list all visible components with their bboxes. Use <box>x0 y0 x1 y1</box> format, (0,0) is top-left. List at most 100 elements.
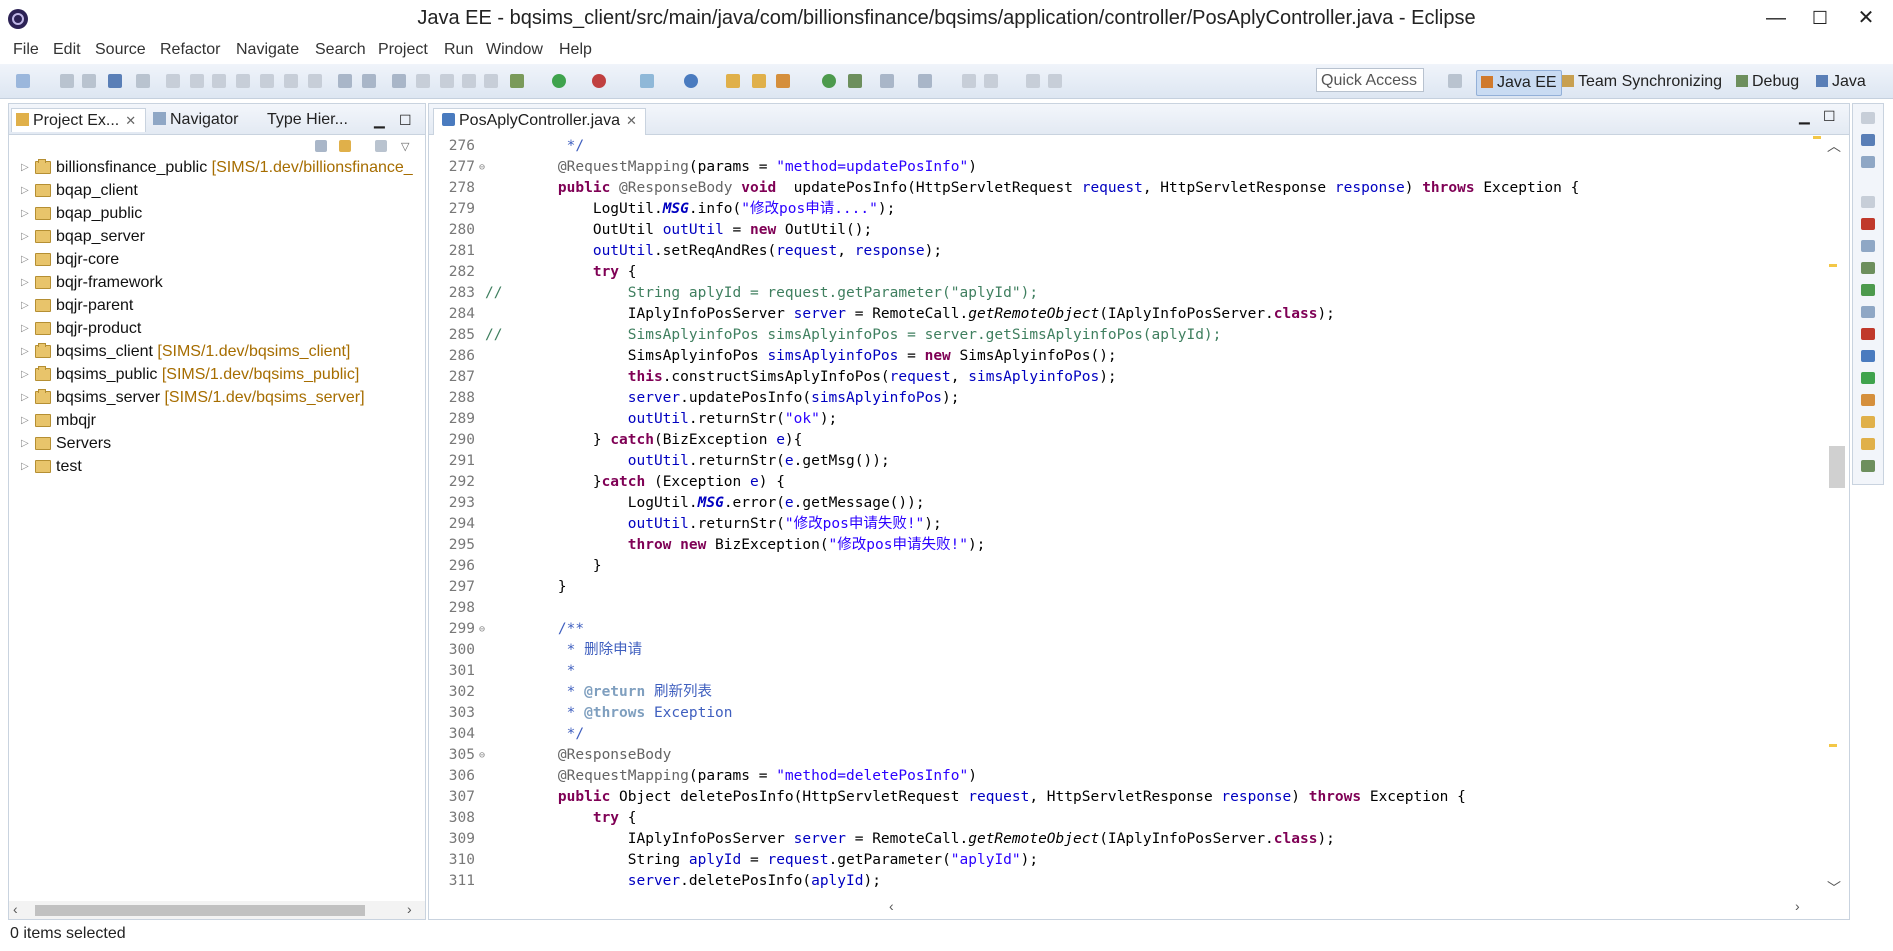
minimize-view-icon[interactable]: ▁ <box>374 108 385 132</box>
expand-arrow-icon[interactable]: ▷ <box>21 432 29 455</box>
maximize-view-icon[interactable]: ☐ <box>399 108 412 132</box>
outline-icon[interactable] <box>1861 134 1875 146</box>
restore-icon[interactable] <box>1861 112 1875 124</box>
close-button[interactable]: ✕ <box>1846 4 1886 32</box>
code-line[interactable]: 285 // SimsAplyinfoPos simsAplyinfoPos = … <box>429 325 1809 346</box>
code-line[interactable]: 284 IAplyInfoPosServer server = RemoteCa… <box>429 304 1809 325</box>
menu-search[interactable]: Search <box>315 41 366 59</box>
code-line[interactable]: 286 SimsAplyinfoPos simsAplyinfoPos = ne… <box>429 346 1809 367</box>
scrollbar-thumb[interactable] <box>35 905 365 916</box>
code-line[interactable]: 309 IAplyInfoPosServer server = RemoteCa… <box>429 829 1809 850</box>
code-line[interactable]: 304 */ <box>429 724 1809 745</box>
code-line[interactable]: 299 ⊖ /** <box>429 619 1809 640</box>
step-return-icon[interactable] <box>308 74 322 88</box>
code-line[interactable]: 300 * 删除申请 <box>429 640 1809 661</box>
code-line[interactable]: 287 this.constructSimsAplyInfoPos(reques… <box>429 367 1809 388</box>
properties-icon[interactable] <box>1861 240 1875 252</box>
fold-toggle-icon[interactable]: ⊖ <box>479 619 485 640</box>
disconnect-icon[interactable] <box>236 74 250 88</box>
code-line[interactable]: 311 server.deletePosInfo(aplyId); <box>429 871 1809 892</box>
maximize-editor-icon[interactable]: ☐ <box>1823 108 1836 125</box>
restore-icon[interactable] <box>1861 196 1875 208</box>
expand-arrow-icon[interactable]: ▷ <box>21 455 29 478</box>
horizontal-scrollbar[interactable]: ‹ › <box>9 901 425 919</box>
run-icon[interactable] <box>552 74 566 88</box>
code-line[interactable]: 293 LogUtil.MSG.error(e.getMessage()); <box>429 493 1809 514</box>
code-line[interactable]: 292 }catch (Exception e) { <box>429 472 1809 493</box>
scroll-down-icon[interactable]: ﹀ <box>1827 878 1841 898</box>
code-line[interactable]: 291 outUtil.returnStr(e.getMsg()); <box>429 451 1809 472</box>
mark-icon[interactable] <box>416 74 430 88</box>
tab-project-explorer[interactable]: Project Ex... ✕ <box>11 108 146 132</box>
code-line[interactable]: 308 try { <box>429 808 1809 829</box>
save-all-icon[interactable] <box>82 74 96 88</box>
tab-navigator[interactable]: Navigator <box>153 108 238 132</box>
expand-arrow-icon[interactable]: ▷ <box>21 271 29 294</box>
menu-navigate[interactable]: Navigate <box>236 41 299 59</box>
progress-icon[interactable] <box>1861 372 1875 384</box>
code-line[interactable]: 296 } <box>429 556 1809 577</box>
step-over-icon[interactable] <box>284 74 298 88</box>
code-line[interactable]: 298 <box>429 598 1809 619</box>
forward-icon[interactable] <box>1026 74 1040 88</box>
tree-item[interactable]: ▷ Servers <box>9 432 425 455</box>
open-task-icon[interactable] <box>752 74 766 88</box>
server-icon[interactable] <box>640 74 654 88</box>
code-line[interactable]: 288 server.updatePosInfo(simsAplyinfoPos… <box>429 388 1809 409</box>
scroll-left-icon[interactable]: ‹ <box>13 901 18 917</box>
chevron-down-icon[interactable]: ▽ <box>401 140 413 153</box>
expand-arrow-icon[interactable]: ▷ <box>21 248 29 271</box>
code-line[interactable]: 305 ⊖ @ResponseBody <box>429 745 1809 766</box>
markers-icon[interactable] <box>1861 218 1875 230</box>
new-icon[interactable] <box>16 74 30 88</box>
problems-icon[interactable] <box>1861 328 1875 340</box>
tree-item[interactable]: ▷ bqsims_client [SIMS/1.dev/bqsims_client… <box>9 340 425 363</box>
menu-help[interactable]: Help <box>559 41 592 59</box>
expand-arrow-icon[interactable]: ▷ <box>21 294 29 317</box>
code-line[interactable]: 279 LogUtil.MSG.info("修改pos申请...."); <box>429 199 1809 220</box>
code-line[interactable]: 283 // String aplyId = request.getParamet… <box>429 283 1809 304</box>
code-line[interactable]: 301 * <box>429 661 1809 682</box>
search-icon[interactable] <box>1861 394 1875 406</box>
web-browser-icon[interactable] <box>822 74 836 88</box>
comment-icon[interactable] <box>484 74 498 88</box>
view-menu-icon[interactable] <box>375 140 387 152</box>
open-perspective-icon[interactable] <box>1448 74 1462 88</box>
code-line[interactable]: 294 outUtil.returnStr("修改pos申请失败!"); <box>429 514 1809 535</box>
debug-icon[interactable] <box>1861 460 1875 472</box>
menu-run[interactable]: Run <box>444 41 473 59</box>
task-list-icon[interactable] <box>1861 156 1875 168</box>
code-line[interactable]: 276 */ <box>429 136 1809 157</box>
step-into-icon[interactable] <box>260 74 274 88</box>
expand-arrow-icon[interactable]: ▷ <box>21 156 29 179</box>
close-icon[interactable]: ✕ <box>626 113 637 128</box>
menu-window[interactable]: Window <box>486 41 543 59</box>
tab-posaplycontroller[interactable]: PosAplyController.java ✕ <box>433 108 646 135</box>
code-line[interactable]: 278 public @ResponseBody void updatePosI… <box>429 178 1809 199</box>
resume-icon[interactable] <box>166 74 180 88</box>
tree-item[interactable]: ▷ bqap_client <box>9 179 425 202</box>
tree-item[interactable]: ▷ billionsfinance_public [SIMS/1.dev/bill… <box>9 156 425 179</box>
menu-project[interactable]: Project <box>378 41 428 59</box>
open-type-icon[interactable] <box>108 74 122 88</box>
suspend-icon[interactable] <box>190 74 204 88</box>
scroll-right-icon[interactable]: › <box>1795 898 1800 914</box>
code-line[interactable]: 295 throw new BizException("修改pos申请失败!")… <box>429 535 1809 556</box>
perspective-team-synchronizing[interactable]: Team Synchronizing <box>1558 70 1726 94</box>
warning-marker[interactable] <box>1813 136 1821 139</box>
perspective-java[interactable]: Java <box>1812 70 1870 94</box>
minimize-editor-icon[interactable]: ▁ <box>1799 108 1810 125</box>
tree-item[interactable]: ▷ mbqjr <box>9 409 425 432</box>
expand-arrow-icon[interactable]: ▷ <box>21 409 29 432</box>
expand-arrow-icon[interactable]: ▷ <box>21 179 29 202</box>
expand-arrow-icon[interactable]: ▷ <box>21 317 29 340</box>
code-line[interactable]: 290 } catch(BizException e){ <box>429 430 1809 451</box>
toggle-icon[interactable] <box>392 74 406 88</box>
servers-icon[interactable] <box>1861 262 1875 274</box>
console-icon[interactable] <box>1861 350 1875 362</box>
filter-icon[interactable] <box>362 74 376 88</box>
scrollbar-thumb[interactable] <box>1829 446 1845 488</box>
scroll-up-icon[interactable]: ︿ <box>1827 136 1841 156</box>
code-line[interactable]: 303 * @throws Exception <box>429 703 1809 724</box>
tree-item[interactable]: ▷ bqjr-parent <box>9 294 425 317</box>
